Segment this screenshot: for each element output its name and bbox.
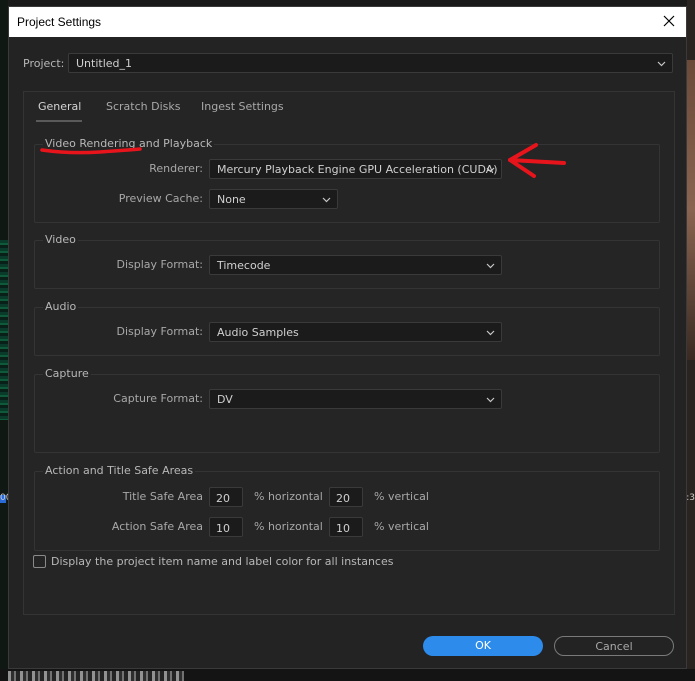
renderer-label: Renderer: (149, 162, 203, 175)
group-capture: Capture Capture Format: DV (34, 367, 660, 453)
group-safe-areas: Action and Title Safe Areas Title Safe A… (34, 464, 660, 551)
chevron-down-icon (486, 263, 495, 269)
active-tab-indicator (36, 120, 82, 122)
title-safe-horizontal-unit: % horizontal (254, 490, 323, 503)
chevron-down-icon (657, 61, 666, 67)
title-safe-vertical-unit: % vertical (374, 490, 429, 503)
title-safe-horizontal-input[interactable] (209, 487, 243, 507)
background-video-frame (687, 60, 695, 360)
close-button[interactable] (660, 12, 678, 30)
preview-cache-value: None (217, 193, 246, 206)
cancel-button[interactable]: Cancel (554, 636, 674, 656)
background-right-number: :3 (686, 493, 695, 503)
group-label-safe-areas: Action and Title Safe Areas (43, 464, 196, 477)
chevron-down-icon (486, 330, 495, 336)
preview-cache-dropdown[interactable]: None (209, 189, 338, 209)
background-right-strip: :3 (686, 0, 695, 681)
dialog-title: Project Settings (17, 15, 102, 29)
audio-display-format-label: Display Format: (116, 325, 203, 338)
capture-format-value: DV (217, 393, 233, 406)
video-display-format-dropdown[interactable]: Timecode (209, 255, 502, 275)
capture-format-dropdown[interactable]: DV (209, 389, 502, 409)
background-left-strip: 00 (0, 0, 11, 681)
preview-cache-label: Preview Cache: (118, 192, 203, 205)
background-waveform (0, 240, 8, 420)
group-label-capture: Capture (43, 367, 91, 380)
ok-button[interactable]: OK (423, 636, 543, 656)
group-label-video: Video (43, 233, 78, 246)
close-icon (663, 15, 675, 27)
renderer-value: Mercury Playback Engine GPU Acceleration… (217, 163, 498, 176)
action-safe-vertical-input[interactable] (329, 517, 363, 537)
display-item-name-checkbox[interactable] (33, 555, 46, 568)
settings-panel: General Scratch Disks Ingest Settings Vi… (23, 91, 675, 615)
action-safe-vertical-unit: % vertical (374, 520, 429, 533)
project-select[interactable]: Untitled_1 (68, 53, 673, 73)
red-underline-annotation (40, 147, 142, 155)
action-safe-horizontal-input[interactable] (209, 517, 243, 537)
group-audio: Audio Display Format: Audio Samples (34, 300, 660, 356)
video-display-format-value: Timecode (217, 259, 271, 272)
video-display-format-label: Display Format: (116, 258, 203, 271)
chevron-down-icon (486, 397, 495, 403)
dialog-titlebar: Project Settings (9, 7, 686, 37)
display-item-name-label[interactable]: Display the project item name and label … (51, 555, 393, 568)
project-select-value: Untitled_1 (76, 57, 133, 70)
red-arrow-annotation (508, 143, 566, 178)
audio-display-format-value: Audio Samples (217, 326, 299, 339)
renderer-dropdown[interactable]: Mercury Playback Engine GPU Acceleration… (209, 159, 502, 179)
group-label-audio: Audio (43, 300, 79, 313)
tab-scratch-disks[interactable]: Scratch Disks (106, 100, 180, 113)
action-safe-area-label: Action Safe Area (111, 520, 203, 533)
project-settings-dialog: Project Settings Project: Untitled_1 Gen… (8, 6, 687, 669)
project-label: Project: (23, 57, 65, 70)
capture-format-label: Capture Format: (113, 392, 203, 405)
audio-display-format-dropdown[interactable]: Audio Samples (209, 322, 502, 342)
title-safe-vertical-input[interactable] (329, 487, 363, 507)
chevron-down-icon (486, 167, 495, 173)
group-video: Video Display Format: Timecode (34, 233, 660, 289)
tab-ingest-settings[interactable]: Ingest Settings (201, 100, 284, 113)
tab-general[interactable]: General (38, 100, 81, 113)
background-timeline-strip (0, 669, 695, 681)
title-safe-area-label: Title Safe Area (122, 490, 203, 503)
background-timeline-track (8, 671, 184, 681)
chevron-down-icon (322, 197, 331, 203)
action-safe-horizontal-unit: % horizontal (254, 520, 323, 533)
